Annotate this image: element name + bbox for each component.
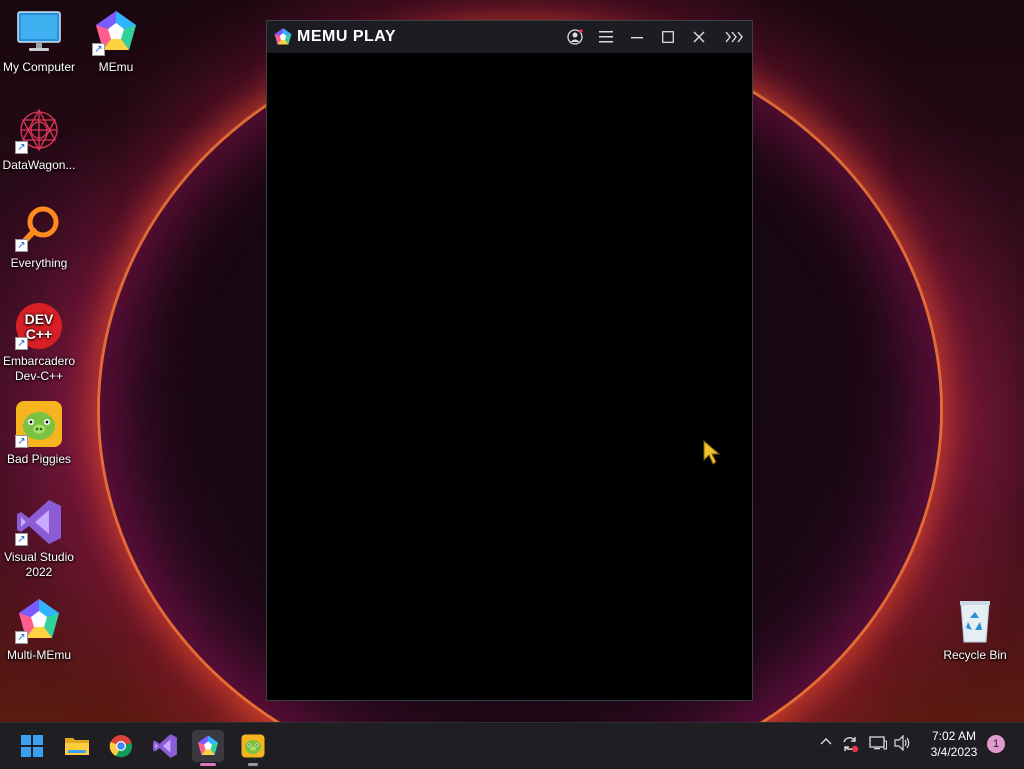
desktop-icon-label: Recycle Bin [943,648,1007,662]
bad-piggies-icon: ↗ [15,400,63,448]
desktop-icon-label: Everything [10,256,68,270]
emulator-screen[interactable] [267,53,752,700]
svg-text:DEV: DEV [25,311,54,327]
account-button[interactable] [563,25,587,49]
taskbar-start-button[interactable] [16,730,48,762]
desktop-icon-recycle-bin[interactable]: Recycle Bin [937,596,1013,663]
svg-text:C++: C++ [26,326,52,342]
sync-status-button[interactable] [840,735,860,755]
memu-emulator-window[interactable]: MEMU PLAY [266,20,753,701]
desktop-icon-label: Bad Piggies [6,452,72,466]
emulator-title: MEMU PLAY [297,28,397,45]
multi-memu-icon: ↗ [15,596,63,644]
shortcut-arrow-icon: ↗ [15,239,28,252]
taskbar [0,722,1024,769]
desktop-icon-dev-cpp[interactable]: DEV C++ ↗ Embarcadero Dev-C++ [1,302,77,384]
desktop-icon-label: DataWagon... [2,158,76,172]
speaker-icon [894,734,910,752]
chrome-icon [109,735,132,758]
taskbar-bad-piggies[interactable] [237,730,269,766]
minimize-button[interactable] [625,25,649,49]
desktop-icon-label: MEmu [98,60,134,74]
minimize-icon [631,37,643,39]
memu-icon [198,735,218,755]
chevron-up-icon [820,738,832,745]
mouse-cursor-icon [703,439,721,466]
emulator-titlebar[interactable]: MEMU PLAY [267,21,752,53]
shortcut-arrow-icon: ↗ [15,631,28,644]
folder-icon [65,738,89,755]
bad-piggies-icon [241,734,265,758]
network-icon [869,736,887,750]
desktop-icon-label: Multi-MEmu [6,648,71,662]
taskbar-memu[interactable] [192,730,224,766]
taskbar-clock[interactable]: 7:02 AM 3/4/2023 [918,728,990,760]
datawagon-icon: ↗ [15,106,63,154]
desktop-icon-label: Visual Studio 2022 [4,550,74,579]
desktop-icon-my-computer[interactable]: My Computer [1,8,77,75]
maximize-icon [662,31,674,43]
network-button[interactable] [868,735,888,755]
desktop-icon-everything[interactable]: ↗ Everything [1,204,77,271]
active-app-indicator [200,763,216,766]
volume-button[interactable] [893,734,913,755]
shortcut-arrow-icon: ↗ [15,435,28,448]
clock-time: 7:02 AM [931,729,977,743]
expand-sidebar-icon [725,31,743,43]
memu-icon: ↗ [92,8,140,56]
account-icon [567,29,583,45]
visual-studio-icon [153,734,177,758]
show-hidden-icons-button[interactable] [816,735,836,755]
notification-badge[interactable]: 1 [987,735,1005,753]
monitor-icon [15,8,63,56]
shortcut-arrow-icon: ↗ [15,337,28,350]
menu-button[interactable] [594,25,618,49]
desktop-icon-visual-studio[interactable]: ↗ Visual Studio 2022 [1,498,77,580]
close-button[interactable] [687,25,711,49]
sync-icon [843,737,859,753]
devcpp-icon: DEV C++ ↗ [15,302,63,350]
taskbar-visual-studio[interactable] [149,730,181,762]
taskbar-file-explorer[interactable] [61,730,93,762]
desktop-icon-label: Embarcadero Dev-C++ [2,354,76,383]
maximize-button[interactable] [656,25,680,49]
memu-logo-icon [273,27,293,47]
search-magnifier-icon: ↗ [15,204,63,252]
hamburger-menu-icon [599,31,613,43]
shortcut-arrow-icon: ↗ [15,141,28,154]
desktop-icon-datawagon[interactable]: ↗ DataWagon... [1,106,77,173]
recycle-bin-icon [951,596,999,644]
shortcut-arrow-icon: ↗ [92,43,105,56]
running-app-indicator [248,763,258,766]
desktop-icon-memu[interactable]: ↗ MEmu [78,8,154,75]
windows-start-icon [21,735,43,757]
close-icon [693,31,705,43]
shortcut-arrow-icon: ↗ [15,533,28,546]
expand-sidebar-button[interactable] [722,25,746,49]
desktop-icon-label: My Computer [2,60,76,74]
desktop-icon-bad-piggies[interactable]: ↗ Bad Piggies [1,400,77,467]
desktop-icon-multi-memu[interactable]: ↗ Multi-MEmu [1,596,77,663]
taskbar-chrome[interactable] [105,730,137,762]
clock-date: 3/4/2023 [930,745,978,759]
visual-studio-icon: ↗ [15,498,63,546]
